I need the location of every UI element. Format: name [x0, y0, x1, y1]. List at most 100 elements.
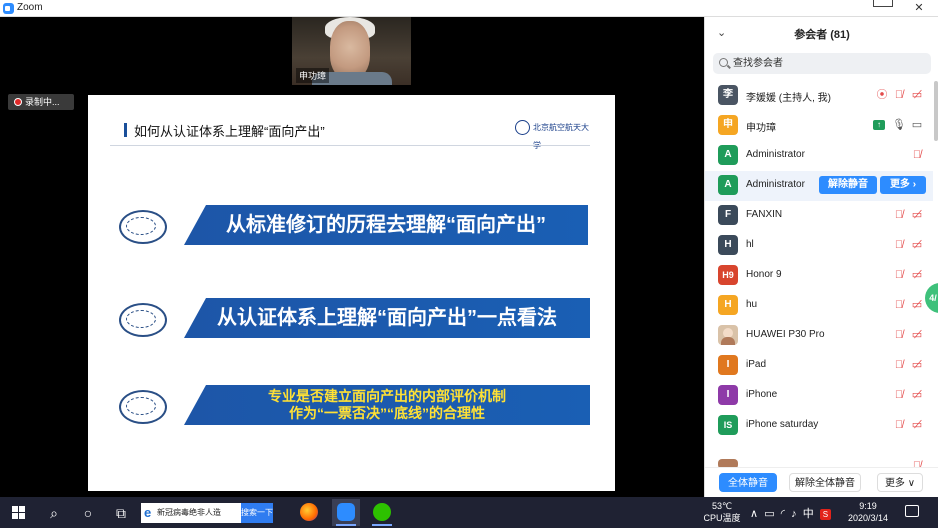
- recording-icon: ⦿: [876, 89, 888, 101]
- avatar: I: [718, 355, 738, 375]
- video-off-icon[interactable]: ▭̸: [910, 238, 924, 252]
- volume-icon[interactable]: ♪: [791, 508, 797, 520]
- mic-muted-icon[interactable]: 🎙̸: [892, 238, 906, 252]
- video-off-icon[interactable]: ▭̸: [910, 88, 924, 102]
- participant-name: HUAWEI P30 Pro: [746, 329, 825, 340]
- panel-header: ⌄ 参会者 (81): [705, 17, 938, 49]
- participant-row[interactable]: I iPhone 🎙̸ ▭̸: [705, 381, 933, 411]
- search-go-button[interactable]: 搜索一下: [241, 503, 273, 523]
- participant-row[interactable]: HUAWEI P30 Pro 🎙̸ ▭̸: [705, 321, 933, 351]
- wechat-taskbar-app[interactable]: [368, 499, 396, 526]
- search-icon: [719, 58, 728, 67]
- participant-row[interactable]: 李 李媛媛 (主持人, 我) ⦿ 🎙̸ ▭̸: [705, 81, 933, 111]
- participant-list-scrollbar[interactable]: [934, 81, 938, 141]
- speaker-name-label: 申功璋: [296, 68, 330, 83]
- slide-title-accent: [124, 123, 127, 137]
- clock-time: 9:19: [859, 501, 877, 511]
- firefox-icon: [300, 503, 318, 521]
- participant-row[interactable]: 申 申功璋 ↑ 🎙 ▭: [705, 111, 933, 141]
- mic-muted-icon[interactable]: 🎙̸: [892, 268, 906, 282]
- mic-muted-icon[interactable]: 🎙̸: [892, 298, 906, 312]
- panel-footer: 全体静音 解除全体静音 更多 ∨: [705, 467, 938, 497]
- recording-indicator[interactable]: 录制中...: [8, 94, 74, 110]
- more-participant-options-button[interactable]: 更多 ›: [880, 176, 926, 194]
- participant-name: 李媛媛 (主持人, 我): [746, 93, 831, 104]
- wifi-icon[interactable]: ◜: [781, 508, 785, 520]
- video-off-icon[interactable]: ▭̸: [910, 388, 924, 402]
- video-off-icon[interactable]: ▭̸: [910, 268, 924, 282]
- participant-name: Administrator: [746, 149, 805, 160]
- ie-icon: e: [144, 505, 152, 520]
- participant-search-input[interactable]: 查找参会者: [713, 53, 931, 74]
- avatar: A: [718, 175, 738, 195]
- chevron-up-icon[interactable]: ∧: [750, 508, 758, 520]
- more-options-button[interactable]: 更多 ∨: [877, 473, 923, 492]
- video-off-icon[interactable]: ▭̸: [910, 418, 924, 432]
- mic-muted-icon[interactable]: 🎙̸: [892, 328, 906, 342]
- video-on-icon[interactable]: ▭: [910, 118, 924, 132]
- clock-date: 2020/3/14: [847, 513, 889, 523]
- share-screen-icon: ↑: [873, 120, 885, 130]
- video-off-icon[interactable]: ▭̸: [910, 208, 924, 222]
- mic-muted-icon[interactable]: 🎙̸: [892, 388, 906, 402]
- recording-label: 录制中...: [25, 97, 60, 107]
- mute-all-button[interactable]: 全体静音: [719, 473, 777, 492]
- speaker-video-thumbnail[interactable]: 申功璋: [292, 17, 411, 85]
- zoom-icon: [337, 503, 355, 521]
- close-window-button[interactable]: ✕: [904, 0, 934, 17]
- firefox-taskbar-app[interactable]: [295, 499, 323, 526]
- participant-name: iPhone saturday: [746, 419, 819, 430]
- participant-row[interactable]: A Administrator 🎙̸: [705, 141, 933, 171]
- wechat-icon: [373, 503, 391, 521]
- mic-muted-icon[interactable]: 🎙̸: [892, 88, 906, 102]
- band-text: 从标准修订的历程去理解“面向产出”: [226, 214, 546, 236]
- participant-row[interactable]: F FANXIN 🎙̸ ▭̸: [705, 201, 933, 231]
- cpu-temperature[interactable]: 53℃ CPU温度: [702, 500, 742, 524]
- participant-row[interactable]: H9 Honor 9 🎙̸ ▭̸: [705, 261, 933, 291]
- participant-name: hl: [746, 239, 754, 250]
- zoom-logo-icon: [3, 3, 14, 14]
- network-icon[interactable]: ▭: [764, 508, 774, 520]
- video-off-icon[interactable]: ▭̸: [910, 358, 924, 372]
- cortana-icon[interactable]: ○: [77, 502, 99, 524]
- mic-muted-icon[interactable]: 🎙̸: [892, 208, 906, 222]
- ime-indicator[interactable]: 中: [803, 508, 814, 520]
- mic-muted-icon[interactable]: 🎙̸: [910, 148, 924, 162]
- avatar: 申: [718, 115, 738, 135]
- participant-row[interactable]: I iPad 🎙̸ ▭̸: [705, 351, 933, 381]
- windows-start-icon[interactable]: [12, 506, 25, 519]
- video-off-icon[interactable]: ▭̸: [910, 328, 924, 342]
- university-logo: 北京航空航天大学: [515, 119, 595, 150]
- video-off-icon[interactable]: ▭̸: [910, 298, 924, 312]
- sogou-input-icon[interactable]: S: [819, 509, 831, 520]
- window-title: Zoom: [17, 2, 43, 13]
- search-icon[interactable]: ⌕: [43, 502, 65, 524]
- windows-taskbar: ⌕ ○ ⧉ e 新冠病毒绝非人造 搜索一下 53℃ CPU温度 ∧ ▭ ◜ ♪ …: [0, 497, 938, 528]
- system-clock[interactable]: 9:19 2020/3/14: [840, 500, 896, 524]
- emblem-icon: [114, 385, 172, 425]
- task-view-icon[interactable]: ⧉: [110, 502, 132, 524]
- temperature-label: CPU温度: [703, 513, 741, 523]
- participant-row[interactable]: IS iPhone saturday 🎙̸ ▭̸: [705, 411, 933, 441]
- speaker-face: [330, 21, 370, 79]
- slide-divider: [110, 145, 590, 146]
- university-seal-icon: [515, 120, 530, 135]
- unmute-participant-button[interactable]: 解除静音: [819, 176, 877, 194]
- participant-row-hovered[interactable]: A Administrator 解除静音 更多 ›: [705, 171, 933, 201]
- participant-name: Administrator: [746, 179, 805, 190]
- meeting-video-area: 申功璋 录制中... 如何从认证体系上理解“面向产出” 北京航空航天大学 从标准…: [0, 17, 704, 497]
- mic-muted-icon[interactable]: 🎙̸: [892, 418, 906, 432]
- participants-panel: ⌄ 参会者 (81) 查找参会者 李 李媛媛 (主持人, 我) ⦿ 🎙̸ ▭̸ …: [704, 17, 938, 497]
- recording-dot-icon: [14, 98, 22, 106]
- unmute-all-button[interactable]: 解除全体静音: [789, 473, 861, 492]
- restore-window-icon[interactable]: [873, 0, 893, 7]
- zoom-taskbar-app[interactable]: [332, 499, 360, 526]
- participant-row[interactable]: H hl 🎙̸ ▭̸: [705, 231, 933, 261]
- notification-center-icon[interactable]: [905, 505, 919, 517]
- mic-on-icon[interactable]: 🎙: [892, 118, 906, 132]
- participant-name: Honor 9: [746, 269, 782, 280]
- slide-title: 如何从认证体系上理解“面向产出”: [134, 124, 325, 139]
- participant-row[interactable]: H hu 🎙̸ ▭̸: [705, 291, 933, 321]
- mic-muted-icon[interactable]: 🎙̸: [892, 358, 906, 372]
- browser-search-box[interactable]: e 新冠病毒绝非人造 搜索一下: [141, 503, 273, 523]
